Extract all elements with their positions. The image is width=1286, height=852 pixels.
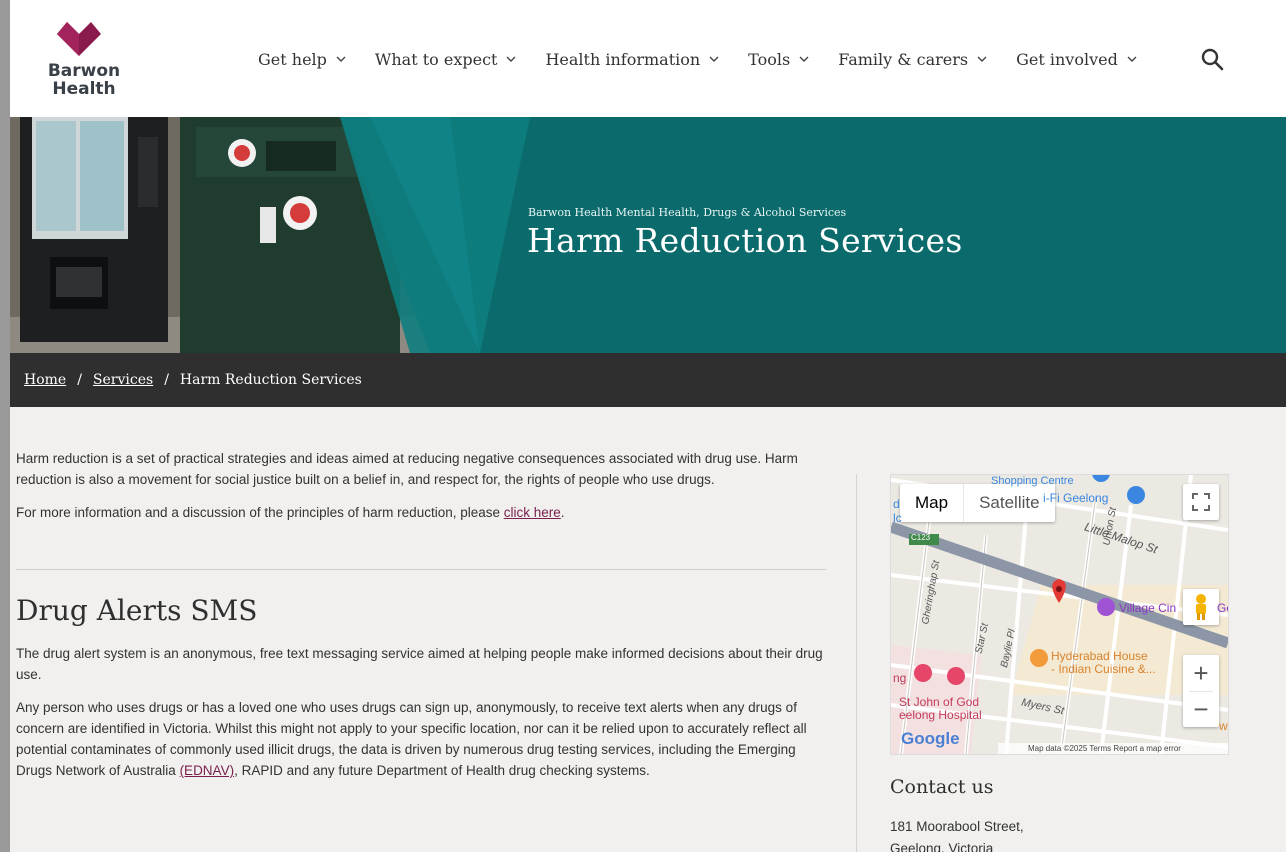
chevron-down-icon bbox=[977, 56, 987, 62]
nav-what-to-expect[interactable]: What to expect bbox=[375, 50, 518, 69]
logo-line-1: Barwon bbox=[47, 61, 121, 81]
map-label-cut-lc: lc bbox=[893, 511, 902, 525]
heart-logo-icon bbox=[57, 22, 101, 56]
fullscreen-icon bbox=[1192, 493, 1210, 511]
map-label-cut-d: d bbox=[893, 497, 900, 511]
map-label-c123: C123 bbox=[911, 533, 931, 542]
map-label-cut-ng: ng bbox=[893, 671, 907, 685]
map-label-geelong-hospital: eelong Hospital bbox=[899, 708, 982, 722]
barwon-health-logo[interactable]: Barwon Health bbox=[38, 18, 122, 102]
drug-alert-description: The drug alert system is an anonymous, f… bbox=[16, 646, 823, 682]
drug-alert-signup-paragraph: Any person who uses drugs or has a loved… bbox=[16, 697, 834, 781]
signup-text-end: , RAPID and any future Department of Hea… bbox=[234, 763, 650, 778]
section-heading: Drug Alerts SMS bbox=[16, 594, 258, 627]
map-type-control: Map Satellite bbox=[900, 484, 1055, 522]
hero-subtitle: Barwon Health Mental Health, Drugs & Alc… bbox=[528, 206, 847, 219]
fullscreen-button[interactable] bbox=[1183, 484, 1219, 520]
location-map[interactable]: Map Satellite + − Shopping Centre i-Fi G… bbox=[890, 474, 1229, 755]
map-label-hyderabad-house-2: - Indian Cuisine &... bbox=[1051, 662, 1156, 676]
map-label-cut-w: w bbox=[1219, 719, 1228, 733]
more-info-text: For more information and a discussion of… bbox=[16, 505, 504, 520]
nav-get-involved[interactable]: Get involved bbox=[1016, 50, 1138, 69]
contact-address: 181 Moorabool Street, Geelong, Victoria bbox=[890, 816, 1024, 852]
map-label-shopping-centre: Shopping Centre bbox=[991, 475, 1074, 487]
map-type-satellite-button[interactable]: Satellite bbox=[963, 484, 1054, 522]
map-label-village-overflow: Ge bbox=[1217, 601, 1228, 615]
intro-paragraph: Harm reduction is a set of practical str… bbox=[16, 451, 798, 487]
address-line-2: Geelong, Victoria bbox=[890, 841, 994, 852]
nav-label: Tools bbox=[748, 49, 791, 69]
chevron-down-icon bbox=[506, 56, 516, 62]
map-label-hyderabad-house: Hyderabad House bbox=[1051, 649, 1148, 663]
zoom-control: + − bbox=[1183, 655, 1219, 727]
breadcrumb-current: Harm Reduction Services bbox=[179, 372, 362, 388]
nav-label: Family & carers bbox=[838, 49, 969, 69]
zoom-out-button[interactable]: − bbox=[1193, 692, 1208, 727]
street-view-pegman[interactable] bbox=[1183, 589, 1219, 625]
nav-label: Health information bbox=[545, 49, 701, 69]
main-nav: Get help What to expect Health informati… bbox=[258, 46, 1166, 72]
pegman-icon bbox=[1196, 594, 1206, 620]
click-here-link[interactable]: click here bbox=[504, 505, 561, 520]
breadcrumb-separator: / bbox=[77, 372, 82, 388]
map-label-st-john-of-god: St John of God bbox=[899, 695, 980, 709]
chevron-down-icon bbox=[799, 56, 809, 62]
breadcrumb-home-link[interactable]: Home bbox=[24, 372, 66, 388]
nav-tools[interactable]: Tools bbox=[748, 50, 810, 69]
map-attribution[interactable]: Map data ©2025 Terms Report a map error bbox=[998, 743, 1228, 754]
logo-text: Barwon Health bbox=[42, 62, 126, 98]
map-label-village-cinema: Village Cin bbox=[1119, 601, 1177, 615]
page: Barwon Health Get help What to expect He… bbox=[10, 0, 1286, 852]
nav-health-information[interactable]: Health information bbox=[545, 50, 720, 69]
map-label-wifi: i-Fi Geelong bbox=[1043, 491, 1109, 505]
column-divider bbox=[856, 474, 857, 852]
hero-banner: Barwon Health Mental Health, Drugs & Alc… bbox=[10, 117, 1286, 353]
chevron-down-icon bbox=[1127, 56, 1137, 62]
breadcrumb: Home / Services / Harm Reduction Service… bbox=[10, 353, 1286, 407]
more-info-suffix: . bbox=[560, 505, 565, 520]
nav-label: Get involved bbox=[1016, 49, 1118, 69]
address-line-1: 181 Moorabool Street, bbox=[890, 819, 1024, 834]
google-logo: Google bbox=[901, 729, 960, 748]
zoom-in-button[interactable]: + bbox=[1193, 655, 1208, 691]
nav-label: What to expect bbox=[374, 49, 498, 69]
page-title: Harm Reduction Services bbox=[527, 221, 963, 260]
main-content: Harm reduction is a set of practical str… bbox=[16, 448, 834, 793]
breadcrumb-separator: / bbox=[164, 372, 169, 388]
logo-line-2: Health bbox=[52, 79, 116, 99]
ednav-link[interactable]: (EDNAV) bbox=[180, 763, 235, 778]
nav-label: Get help bbox=[258, 49, 327, 69]
search-icon[interactable] bbox=[1200, 47, 1224, 71]
contact-heading: Contact us bbox=[890, 776, 994, 798]
chevron-down-icon bbox=[336, 56, 346, 62]
more-info-paragraph: For more information and a discussion of… bbox=[16, 502, 834, 523]
section-divider bbox=[16, 569, 826, 570]
site-header: Barwon Health Get help What to expect He… bbox=[10, 0, 1286, 117]
nav-get-help[interactable]: Get help bbox=[258, 50, 347, 69]
chevron-down-icon bbox=[709, 56, 719, 62]
breadcrumb-services-link[interactable]: Services bbox=[93, 372, 153, 388]
nav-family-carers[interactable]: Family & carers bbox=[838, 50, 988, 69]
map-type-map-button[interactable]: Map bbox=[900, 484, 963, 522]
